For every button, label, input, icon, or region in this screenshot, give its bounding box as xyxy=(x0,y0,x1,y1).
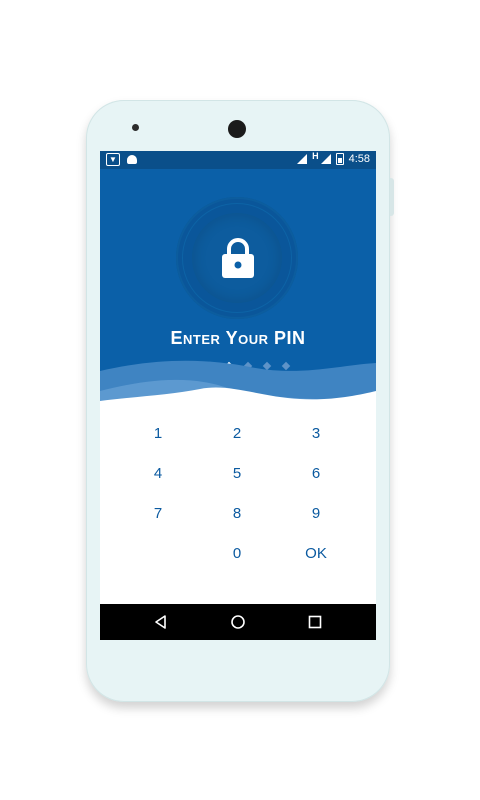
key-8[interactable]: 8 xyxy=(207,499,267,529)
key-7[interactable]: 7 xyxy=(128,499,188,529)
android-icon xyxy=(127,155,137,164)
wave-decoration xyxy=(100,360,376,411)
recents-icon[interactable] xyxy=(306,613,324,631)
key-9[interactable]: 9 xyxy=(286,499,346,529)
cell-signal-icon xyxy=(320,154,331,164)
front-camera xyxy=(228,120,246,138)
wifi-signal-icon xyxy=(297,154,308,164)
back-icon[interactable] xyxy=(152,613,170,631)
pin-keypad: 1 2 3 4 5 6 7 8 9 0 OK xyxy=(100,419,376,601)
power-button[interactable] xyxy=(390,178,394,216)
home-icon[interactable] xyxy=(229,613,247,631)
network-type: H xyxy=(312,151,319,161)
app-notification-icon: ▼ xyxy=(106,153,120,166)
sensor-dot xyxy=(132,124,139,131)
screen: ▼ H 4:58 Enter Your PIN 1 2 3 4 5 6 7 8 … xyxy=(100,151,376,640)
phone-device: ▼ H 4:58 Enter Your PIN 1 2 3 4 5 6 7 8 … xyxy=(86,100,394,702)
status-bar: ▼ H 4:58 xyxy=(100,151,376,169)
key-0[interactable]: 0 xyxy=(207,539,267,569)
key-2[interactable]: 2 xyxy=(207,419,267,449)
ok-button[interactable]: OK xyxy=(286,539,346,569)
key-5[interactable]: 5 xyxy=(207,459,267,489)
key-3[interactable]: 3 xyxy=(286,419,346,449)
page-title: Enter Your PIN xyxy=(170,328,306,348)
key-1[interactable]: 1 xyxy=(128,419,188,449)
key-4[interactable]: 4 xyxy=(128,459,188,489)
clock: 4:58 xyxy=(348,153,370,165)
battery-icon xyxy=(335,153,344,165)
navigation-bar xyxy=(100,604,376,640)
lock-icon xyxy=(222,238,254,278)
key-6[interactable]: 6 xyxy=(286,459,346,489)
